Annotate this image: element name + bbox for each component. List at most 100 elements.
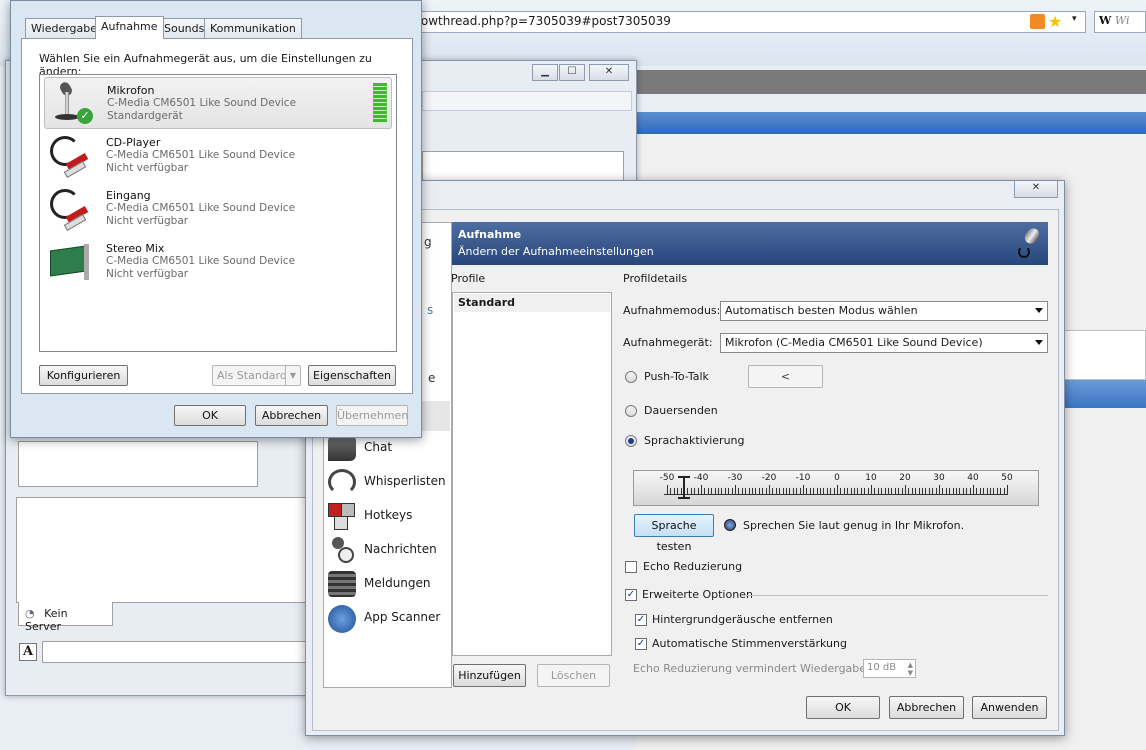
profile-list[interactable]: Standard [452, 292, 612, 656]
device-status: Nicht verfügbar [106, 162, 189, 174]
rss-icon[interactable] [1030, 14, 1045, 29]
nav-item-app-scanner[interactable]: App Scanner [324, 603, 442, 633]
close-button[interactable]: ✕ [589, 64, 629, 81]
nav-item-nachrichten[interactable]: Nachrichten [324, 535, 442, 565]
device-name: Stereo Mix [106, 242, 165, 255]
device-name: Eingang [106, 189, 151, 202]
slider-thumb[interactable] [678, 476, 690, 500]
scale-label: 10 [865, 473, 877, 483]
device-status: Nicht verfügbar [106, 215, 189, 227]
format-icon[interactable]: A [19, 643, 37, 661]
scale-tick [837, 485, 838, 494]
sound-card-icon [48, 240, 94, 284]
device-status: Standardgerät [107, 110, 183, 122]
nav-partial-item[interactable]: g [424, 235, 432, 249]
device-item-stereo-mix[interactable]: Stereo Mix C-Media CM6501 Like Sound Dev… [44, 236, 392, 288]
scale-label: 30 [933, 473, 945, 483]
advanced-checkbox[interactable]: ✓ [625, 589, 637, 601]
scale-tick [939, 485, 940, 494]
device-item-eingang[interactable]: Eingang C-Media CM6501 Like Sound Device… [44, 183, 392, 235]
server-tab[interactable]: ◔ Kein Server [18, 602, 113, 633]
device-driver: C-Media CM6501 Like Sound Device [106, 149, 296, 161]
minimize-button[interactable]: ▁ [532, 64, 558, 81]
nav-item-label: Whisperlisten [364, 474, 446, 488]
search-input[interactable]: W Wi [1094, 11, 1146, 33]
scale-tick [803, 485, 804, 494]
scale-tick [667, 485, 668, 494]
add-profile-button[interactable]: Hinzufügen [453, 664, 526, 687]
device-select[interactable]: Mikrofon (C-Media CM6501 Like Sound Devi… [720, 333, 1048, 353]
tab-sounds[interactable]: Sounds [158, 18, 211, 39]
va-threshold-slider[interactable]: -50 -40 -30 -20 -10 0 10 20 30 40 50 [633, 470, 1039, 506]
apply-button[interactable]: Übernehmen [336, 405, 408, 426]
nav-item-hotkeys[interactable]: Hotkeys [324, 501, 442, 531]
level-meter [373, 83, 387, 123]
clock [338, 547, 354, 563]
noise-checkbox[interactable]: ✓ [635, 614, 647, 626]
scale-tick [973, 485, 974, 494]
tab-aufnahme[interactable]: Aufnahme [95, 16, 164, 39]
device-item-cd-player[interactable]: CD-Player C-Media CM6501 Like Sound Devi… [44, 130, 392, 182]
close-button[interactable]: ✕ [1014, 181, 1058, 198]
spinner-arrows-icon[interactable]: ▲ ▼ [908, 661, 913, 677]
test-hint: Sprechen Sie laut genug in Ihr Mikrofon. [743, 519, 965, 532]
apply-button[interactable]: Anwenden [972, 696, 1047, 719]
device-label: Aufnahmegerät: [623, 336, 713, 349]
agc-checkbox[interactable]: ✓ [635, 638, 647, 650]
microphone-icon [1014, 226, 1042, 260]
device-list[interactable]: ✓ Mikrofon C-Media CM6501 Like Sound Dev… [39, 74, 397, 352]
nav-partial-item[interactable]: s [427, 303, 433, 317]
mode-select-value: Automatisch besten Modus wählen [725, 304, 918, 317]
scale-label: 40 [967, 473, 979, 483]
nav-partial-item[interactable]: e [428, 371, 435, 385]
scale-label: -50 [659, 473, 675, 483]
thumb-base [678, 497, 690, 499]
noise-label: Hintergrundgeräusche entfernen [652, 613, 833, 626]
nav-item-label: Meldungen [364, 576, 431, 590]
maximize-button[interactable]: ☐ [559, 64, 585, 81]
section-subtitle: Ändern der Aufnahmeeinstellungen [458, 245, 654, 258]
star-icon[interactable]: ★ [1048, 12, 1062, 31]
device-item-mikrofon[interactable]: ✓ Mikrofon C-Media CM6501 Like Sound Dev… [44, 77, 392, 129]
content-box [1062, 330, 1146, 380]
test-voice-button[interactable]: Sprache testen [634, 514, 714, 553]
voice-activation-label: Sprachaktivierung [644, 434, 745, 447]
set-default-button[interactable]: Als Standard ▼ [212, 365, 301, 386]
echo-checkbox[interactable] [625, 561, 637, 573]
ok-button[interactable]: OK [806, 696, 880, 719]
checkmark-icon: ✓ [77, 108, 93, 124]
messages-icon [328, 537, 356, 563]
configure-button[interactable]: Konfigurieren [39, 365, 128, 386]
chat-icon [328, 435, 356, 461]
chevron-down-icon[interactable]: ▾ [1072, 14, 1077, 24]
scanner-icon [328, 605, 356, 633]
ok-button[interactable]: OK [174, 405, 246, 426]
mode-select[interactable]: Automatisch besten Modus wählen [720, 301, 1048, 321]
nav-item-label: App Scanner [364, 610, 441, 624]
delete-profile-button[interactable]: Löschen [537, 664, 610, 687]
properties-button[interactable]: Eigenschaften [308, 365, 396, 386]
echo-reduce-spinner[interactable]: 10 dB ▲ ▼ [863, 659, 916, 678]
nav-item-meldungen[interactable]: Meldungen [324, 569, 442, 599]
ptt-hotkey-button[interactable]: < [748, 365, 823, 388]
rca-cable-icon [48, 134, 94, 179]
key-red [328, 503, 342, 517]
scale-label: -40 [693, 473, 709, 483]
cancel-button[interactable]: Abbrechen [889, 696, 964, 719]
slider-baseline [664, 494, 1008, 495]
card-bracket [84, 244, 89, 280]
nav-item-whisperlisten[interactable]: Whisperlisten [324, 467, 446, 497]
ptt-radio[interactable] [625, 371, 637, 383]
nav-item-label: Nachrichten [364, 542, 437, 556]
tab-wiedergabe[interactable]: Wiedergabe [25, 18, 104, 39]
chat-input[interactable] [42, 641, 342, 663]
tab-kommunikation[interactable]: Kommunikation [204, 18, 302, 39]
address-bar[interactable]: showthread.php?p=7305039#post7305039 [400, 11, 1086, 33]
section-title: Aufnahme [458, 228, 522, 241]
voice-activation-radio[interactable] [625, 435, 637, 447]
sound-dialog: Wiedergabe Aufnahme Sounds Kommunikation… [10, 0, 422, 438]
continuous-radio[interactable] [625, 405, 637, 417]
chevron-down-icon[interactable]: ▼ [285, 366, 300, 385]
profile-item[interactable]: Standard [454, 294, 610, 312]
cancel-button[interactable]: Abbrechen [255, 405, 328, 426]
